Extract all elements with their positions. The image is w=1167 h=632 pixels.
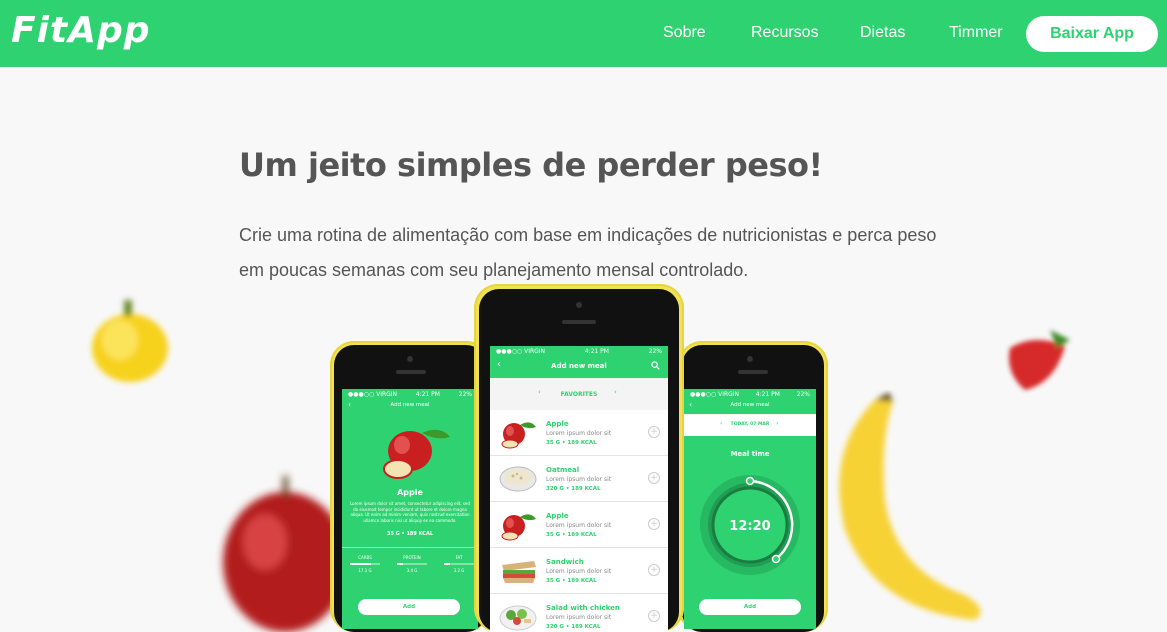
carrier-text: ●●●○○ VIRGIN bbox=[348, 391, 398, 398]
phone-left: ●●●○○ VIRGIN 4:21 PM 22% ‹ Add new meal … bbox=[330, 341, 490, 632]
meal-description: Lorem ipsum dolor sit bbox=[546, 568, 612, 575]
list-item[interactable]: Salad with chicken Lorem ipsum dolor sit… bbox=[490, 594, 668, 632]
macros: CARBS 17.1 G PROTEIN 3.4 G FAT 3.2 G bbox=[350, 555, 474, 573]
list-item[interactable]: Apple Lorem ipsum dolor sit 35 G • 189 K… bbox=[490, 410, 668, 456]
screen-title: Add new meal bbox=[730, 402, 770, 408]
battery-text: 22% bbox=[458, 391, 472, 398]
nav-link-timmer[interactable]: Timmer bbox=[949, 24, 1003, 42]
phone-middle-screen: ●●●○○ VIRGIN 4:21 PM 22% ‹ Add new meal … bbox=[490, 346, 668, 632]
food-quantity: 35 G • 189 KCAL bbox=[386, 531, 434, 537]
date-selector[interactable]: ‹ TODAY, 07 MAR › bbox=[684, 414, 816, 436]
next-section-icon[interactable]: › bbox=[614, 388, 617, 396]
clock-text: 4:21 PM bbox=[755, 391, 780, 398]
clock-text: 4:21 PM bbox=[584, 348, 609, 355]
meal-quantity: 320 G • 189 KCAL bbox=[546, 624, 601, 630]
meal-time-label: Meal time bbox=[730, 450, 770, 458]
camera-icon bbox=[407, 356, 413, 362]
battery-text: 22% bbox=[796, 391, 810, 398]
list-item[interactable]: Oatmeal Lorem ipsum dolor sit 320 G • 18… bbox=[490, 456, 668, 502]
macro-carbs: CARBS 17.1 G bbox=[350, 555, 380, 573]
nav-link-recursos[interactable]: Recursos bbox=[751, 24, 819, 42]
screen-title: Add new meal bbox=[390, 402, 430, 408]
salad-food-icon bbox=[499, 605, 537, 631]
phone-left-screen: ●●●○○ VIRGIN 4:21 PM 22% ‹ Add new meal … bbox=[342, 389, 478, 629]
hero-text: Crie uma rotina de alimentação com base … bbox=[239, 225, 937, 280]
phone-right-screen: ●●●○○ VIRGIN 4:21 PM 22% ‹ Add new meal … bbox=[684, 389, 816, 629]
nav-link-sobre[interactable]: Sobre bbox=[663, 24, 706, 42]
camera-icon bbox=[576, 302, 582, 308]
phone-right: ●●●○○ VIRGIN 4:21 PM 22% ‹ Add new meal … bbox=[678, 341, 828, 632]
meal-name: Salad with chicken bbox=[546, 604, 620, 612]
list-item[interactable]: Sandwich Lorem ipsum dolor sit 35 G • 18… bbox=[490, 548, 668, 594]
meal-quantity: 35 G • 189 KCAL bbox=[546, 578, 597, 584]
yellow-pepper-image bbox=[92, 300, 168, 382]
add-meal-icon[interactable]: + bbox=[648, 518, 660, 530]
download-app-button[interactable]: Baixar App bbox=[1026, 16, 1158, 52]
carrier-text: ●●●○○ VIRGIN bbox=[690, 391, 740, 398]
add-meal-icon[interactable]: + bbox=[648, 472, 660, 484]
phone-middle: ●●●○○ VIRGIN 4:21 PM 22% ‹ Add new meal … bbox=[474, 284, 684, 632]
search-icon[interactable] bbox=[651, 361, 660, 370]
add-button[interactable]: Add bbox=[358, 599, 460, 615]
meal-quantity: 35 G • 189 KCAL bbox=[546, 532, 597, 538]
oatmeal-food-icon bbox=[499, 466, 537, 492]
meal-description: Lorem ipsum dolor sit bbox=[546, 522, 612, 529]
battery-text: 22% bbox=[648, 348, 662, 355]
hero-title: Um jeito simples de perder peso! bbox=[239, 146, 823, 184]
nav-link-dietas[interactable]: Dietas bbox=[860, 24, 905, 42]
screen-title: Add new meal bbox=[551, 362, 607, 370]
add-meal-icon[interactable]: + bbox=[648, 564, 660, 576]
add-meal-icon[interactable]: + bbox=[648, 610, 660, 622]
meal-quantity: 320 G • 189 KCAL bbox=[546, 486, 601, 492]
navbar: FitApp Sobre Recursos Dietas Timmer Baix… bbox=[0, 0, 1167, 67]
next-date-icon[interactable]: › bbox=[776, 420, 778, 427]
section-label: FAVORITES bbox=[560, 391, 598, 398]
banana-image bbox=[839, 392, 981, 620]
logo[interactable]: FitApp bbox=[11, 10, 151, 51]
food-name: Apple bbox=[397, 488, 423, 497]
meal-description: Lorem ipsum dolor sit bbox=[546, 430, 612, 437]
apple-food-icon bbox=[501, 514, 536, 541]
date-label: TODAY, 07 MAR bbox=[730, 422, 770, 427]
meal-description: Lorem ipsum dolor sit bbox=[546, 614, 612, 621]
macro-fat: FAT 3.2 G bbox=[444, 555, 474, 573]
meal-name: Sandwich bbox=[546, 558, 584, 566]
add-button[interactable]: Add bbox=[699, 599, 801, 615]
carrier-text: ●●●○○ VIRGIN bbox=[496, 348, 546, 355]
meal-description: Lorem ipsum dolor sit bbox=[546, 476, 612, 483]
meal-name: Apple bbox=[546, 420, 569, 428]
strawberry-image bbox=[1009, 330, 1070, 390]
list-item[interactable]: Apple Lorem ipsum dolor sit 35 G • 189 K… bbox=[490, 502, 668, 548]
timer-value: 12:20 bbox=[729, 519, 771, 534]
meal-name: Apple bbox=[546, 512, 569, 520]
camera-icon bbox=[747, 356, 753, 362]
sandwich-food-icon bbox=[502, 561, 536, 583]
apple-food-image bbox=[383, 429, 450, 479]
food-description: Lorem ipsum dolor sit amet, consectetur … bbox=[350, 501, 470, 523]
macro-protein: PROTEIN 3.4 G bbox=[397, 555, 427, 573]
meal-quantity: 35 G • 189 KCAL bbox=[546, 440, 597, 446]
add-meal-icon[interactable]: + bbox=[648, 426, 660, 438]
section-header: ‹ FAVORITES › bbox=[490, 378, 668, 410]
meal-name: Oatmeal bbox=[546, 466, 580, 474]
apple-food-icon bbox=[501, 422, 536, 449]
clock-text: 4:21 PM bbox=[415, 391, 440, 398]
